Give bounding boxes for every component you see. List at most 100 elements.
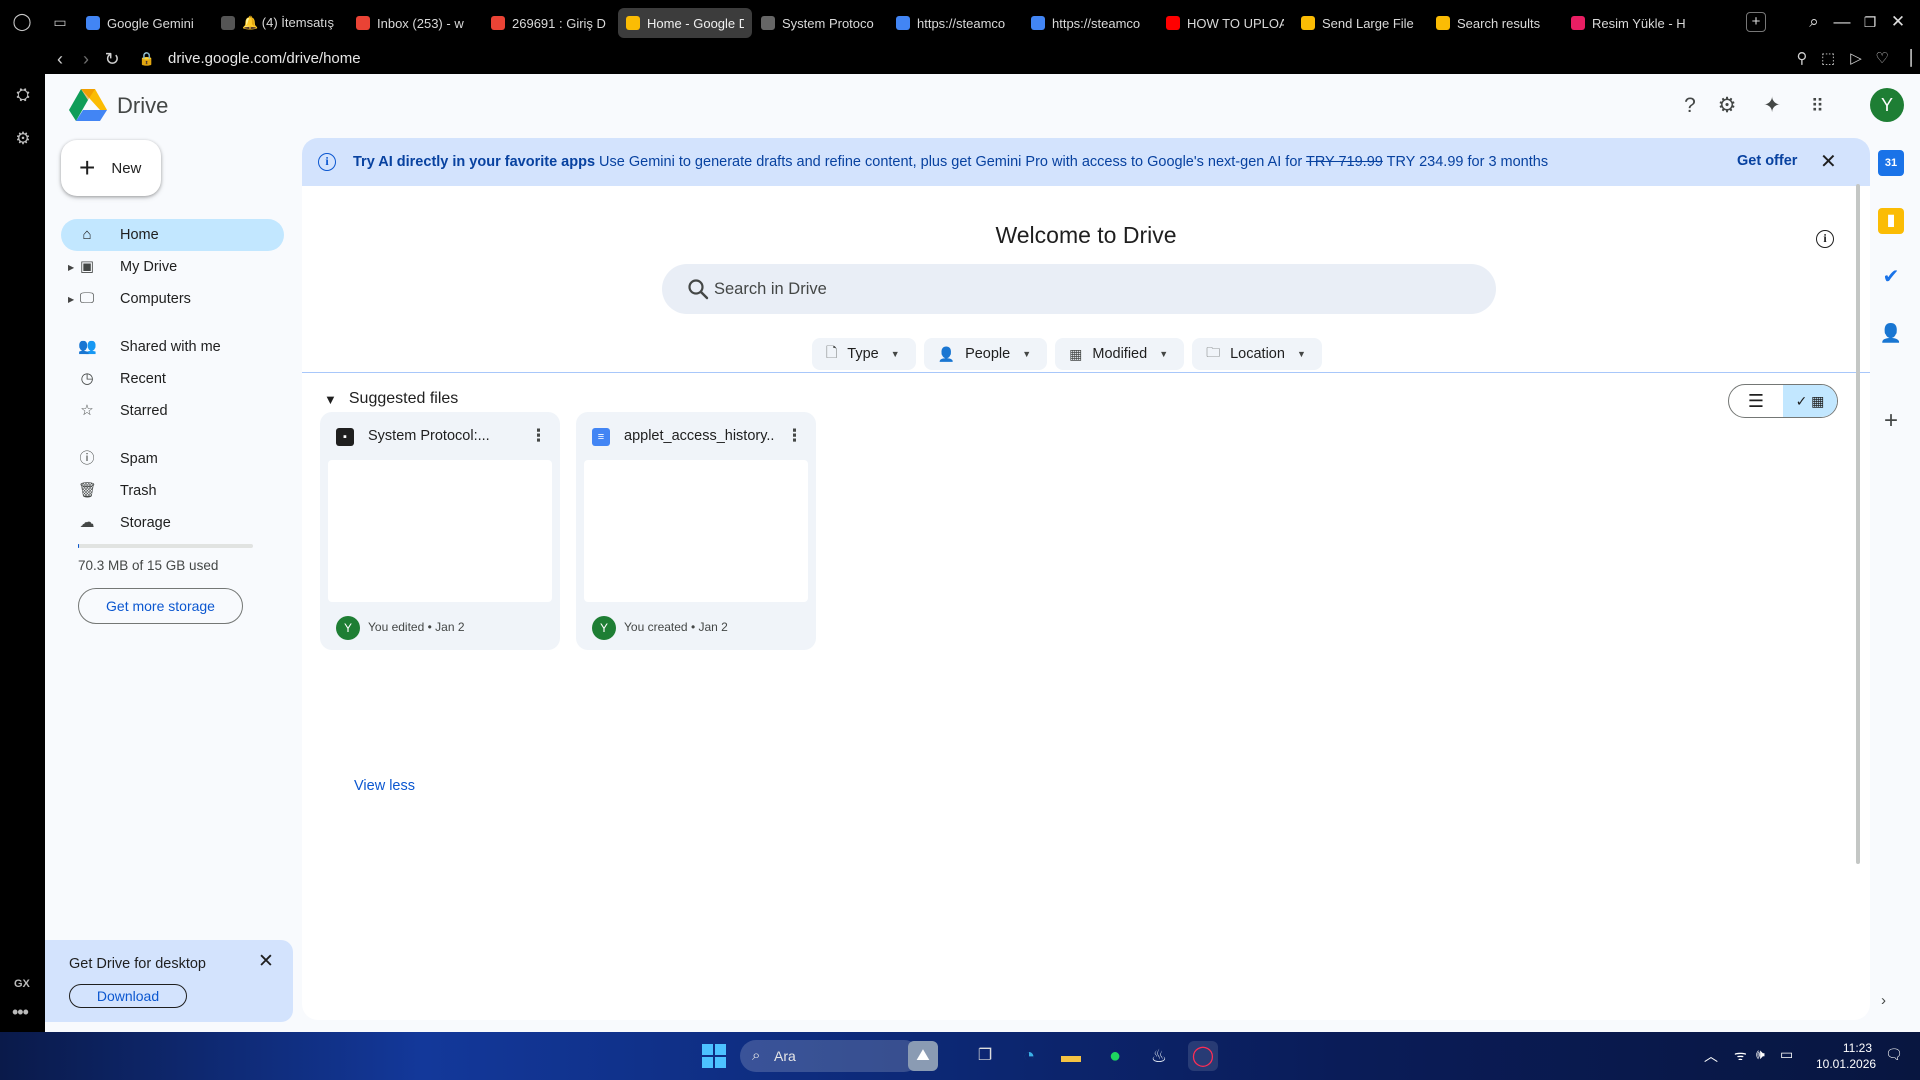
nav-starred[interactable]: ☆ Starred <box>61 395 284 427</box>
trash-icon: 🗑 <box>78 482 98 499</box>
clock[interactable]: 11:23 10.01.2026 <box>1816 1040 1876 1072</box>
search-icon: ⌕ <box>752 1047 761 1064</box>
minimize-button[interactable]: — <box>1828 8 1856 36</box>
google-icon <box>1031 16 1045 30</box>
more-icon[interactable]: ••• <box>12 1002 29 1023</box>
browser-tab[interactable]: 269691 : Giriş D <box>483 8 617 38</box>
taskbar-search[interactable]: ⌕ Ara <box>740 1040 920 1072</box>
browser-tab[interactable]: Home - Google Drive <box>618 8 752 38</box>
browser-tab[interactable]: https://steamco <box>1023 8 1157 38</box>
browser-search-icon[interactable]: ⌕ <box>1800 8 1828 36</box>
new-button[interactable]: + New <box>61 140 161 196</box>
account-avatar[interactable]: Y <box>1870 88 1904 122</box>
people-filter[interactable]: 👤 People ▼ <box>923 338 1048 370</box>
file-explorer-icon[interactable]: ▬ <box>1056 1041 1086 1071</box>
nav-my-drive[interactable]: ▶ ▣ My Drive <box>61 251 284 283</box>
file-card[interactable]: ▪ System Protocol:... ⋮ Y You edited • J… <box>320 412 560 650</box>
browser-tab[interactable]: HOW TO UPLOA <box>1158 8 1292 38</box>
contacts-icon[interactable]: 👤 <box>1878 320 1904 346</box>
search-input[interactable] <box>714 264 1474 314</box>
sidebar-toggle-icon[interactable]: ▕ <box>1894 47 1918 71</box>
file-card[interactable]: ≡ applet_access_history... ⋮ Y You creat… <box>576 412 816 650</box>
drive-brand[interactable]: Drive <box>117 93 168 119</box>
close-icon[interactable]: ✕ <box>1820 149 1837 174</box>
new-tab-button[interactable]: + <box>1746 12 1766 32</box>
apps-grid-icon[interactable]: ⠿ <box>1801 90 1833 122</box>
back-button[interactable]: ‹ <box>48 47 72 71</box>
nav-spam[interactable]: ⓘ Spam <box>61 443 284 475</box>
browser-tab[interactable]: 🔔 (4) İtemsatış <box>213 8 347 38</box>
browser-tab[interactable]: Google Gemini <box>78 8 212 38</box>
browser-tab[interactable]: System Protoco <box>753 8 887 38</box>
wifi-icon[interactable]: ᯤ <box>1734 1046 1747 1065</box>
grid-view-button[interactable]: ✓ ▦ <box>1783 385 1837 417</box>
nav-home[interactable]: ⌂ Home <box>61 219 284 251</box>
more-options-icon[interactable]: ⋮ <box>530 426 547 446</box>
keep-icon[interactable]: ▮ <box>1878 208 1904 234</box>
help-icon[interactable]: ? <box>1674 90 1706 122</box>
get-more-storage-button[interactable]: Get more storage <box>78 588 243 624</box>
volume-icon[interactable]: 🕪 <box>1756 1046 1765 1063</box>
gemini-icon[interactable]: ✦ <box>1756 90 1788 122</box>
notifications-icon[interactable]: 🗨 <box>1885 1046 1903 1063</box>
settings-icon[interactable]: ⚙ <box>10 126 36 152</box>
nav-storage[interactable]: ☁ Storage <box>61 507 284 539</box>
nav-label: Shared with me <box>120 339 221 355</box>
browser-tab[interactable]: Inbox (253) - w <box>348 8 482 38</box>
ai-assistant-icon[interactable]: ⛭ <box>10 82 36 108</box>
suggested-files-header[interactable]: ▼ Suggested files <box>324 390 458 408</box>
edge-icon[interactable]: ◔ <box>1014 1041 1044 1071</box>
forward-button[interactable]: › <box>74 47 98 71</box>
browser-tab[interactable]: Search results <box>1428 8 1562 38</box>
opera-gx-icon[interactable]: ◯ <box>1188 1041 1218 1071</box>
restore-button[interactable]: ❐ <box>1856 8 1884 36</box>
more-options-icon[interactable]: ⋮ <box>786 426 803 446</box>
nav-computers[interactable]: ▶ 🖵 Computers <box>61 283 284 315</box>
nav-shared-with-me[interactable]: 👥 Shared with me <box>61 331 284 363</box>
drive-logo-icon[interactable] <box>69 88 107 122</box>
battery-icon[interactable]: ▭ <box>1780 1046 1793 1063</box>
nav-trash[interactable]: 🗑 Trash <box>61 475 284 507</box>
browser-tab[interactable]: Resim Yükle - H <box>1563 8 1697 38</box>
pin-icon[interactable]: ⚲ <box>1790 47 1814 71</box>
download-button[interactable]: Download <box>69 984 187 1008</box>
modified-filter[interactable]: ▦ Modified ▼ <box>1055 338 1185 370</box>
location-filter[interactable]: 🗀 Location ▼ <box>1192 338 1322 370</box>
file-thumbnail[interactable] <box>584 460 808 602</box>
list-view-button[interactable]: ☰ <box>1729 385 1783 417</box>
task-view-icon[interactable]: ❐ <box>970 1041 1000 1071</box>
settings-icon[interactable]: ⚙ <box>1711 90 1743 122</box>
lock-icon[interactable]: 🔒 <box>135 47 159 71</box>
calendar-icon[interactable]: 31 <box>1878 150 1904 176</box>
file-thumbnail[interactable] <box>328 460 552 602</box>
add-addon-icon[interactable]: + <box>1878 408 1904 434</box>
spotify-icon[interactable]: ● <box>1100 1041 1130 1071</box>
close-icon[interactable]: ✕ <box>258 950 274 973</box>
url-field[interactable]: drive.google.com/drive/home <box>168 50 361 67</box>
expand-caret-icon[interactable]: ▶ <box>68 295 74 304</box>
gx-label[interactable]: GX <box>14 978 30 990</box>
view-less-link[interactable]: View less <box>354 778 415 794</box>
windows-start-icon[interactable] <box>702 1044 726 1068</box>
expand-caret-icon[interactable]: ▶ <box>68 263 74 272</box>
reload-button[interactable]: ↻ <box>100 47 124 71</box>
tray-overflow-icon[interactable]: ︿ <box>1704 1046 1718 1066</box>
info-icon[interactable]: i <box>1816 230 1834 248</box>
heart-icon[interactable]: ♡ <box>1870 47 1894 71</box>
tasks-icon[interactable]: ✔ <box>1878 264 1904 290</box>
tab-overview-icon[interactable]: ▭ <box>48 10 72 34</box>
type-filter[interactable]: 🗋 Type ▼ <box>812 338 916 370</box>
search-bar[interactable] <box>662 264 1496 314</box>
steam-icon[interactable]: ♨ <box>1144 1041 1174 1071</box>
player-icon[interactable]: ▷ <box>1844 47 1868 71</box>
scrollbar[interactable] <box>1856 184 1860 864</box>
widget-icon[interactable]: ⛰ <box>908 1041 938 1071</box>
get-offer-button[interactable]: Get offer <box>1737 153 1797 169</box>
nav-recent[interactable]: ◷ Recent <box>61 363 284 395</box>
opera-gx-logo-icon[interactable]: ◯ <box>10 10 34 34</box>
browser-tab[interactable]: Send Large File <box>1293 8 1427 38</box>
browser-tab[interactable]: https://steamco <box>888 8 1022 38</box>
snapshot-icon[interactable]: ⬚ <box>1816 47 1840 71</box>
close-window-button[interactable]: ✕ <box>1884 8 1912 36</box>
chevron-right-icon[interactable]: › <box>1881 992 1886 1009</box>
